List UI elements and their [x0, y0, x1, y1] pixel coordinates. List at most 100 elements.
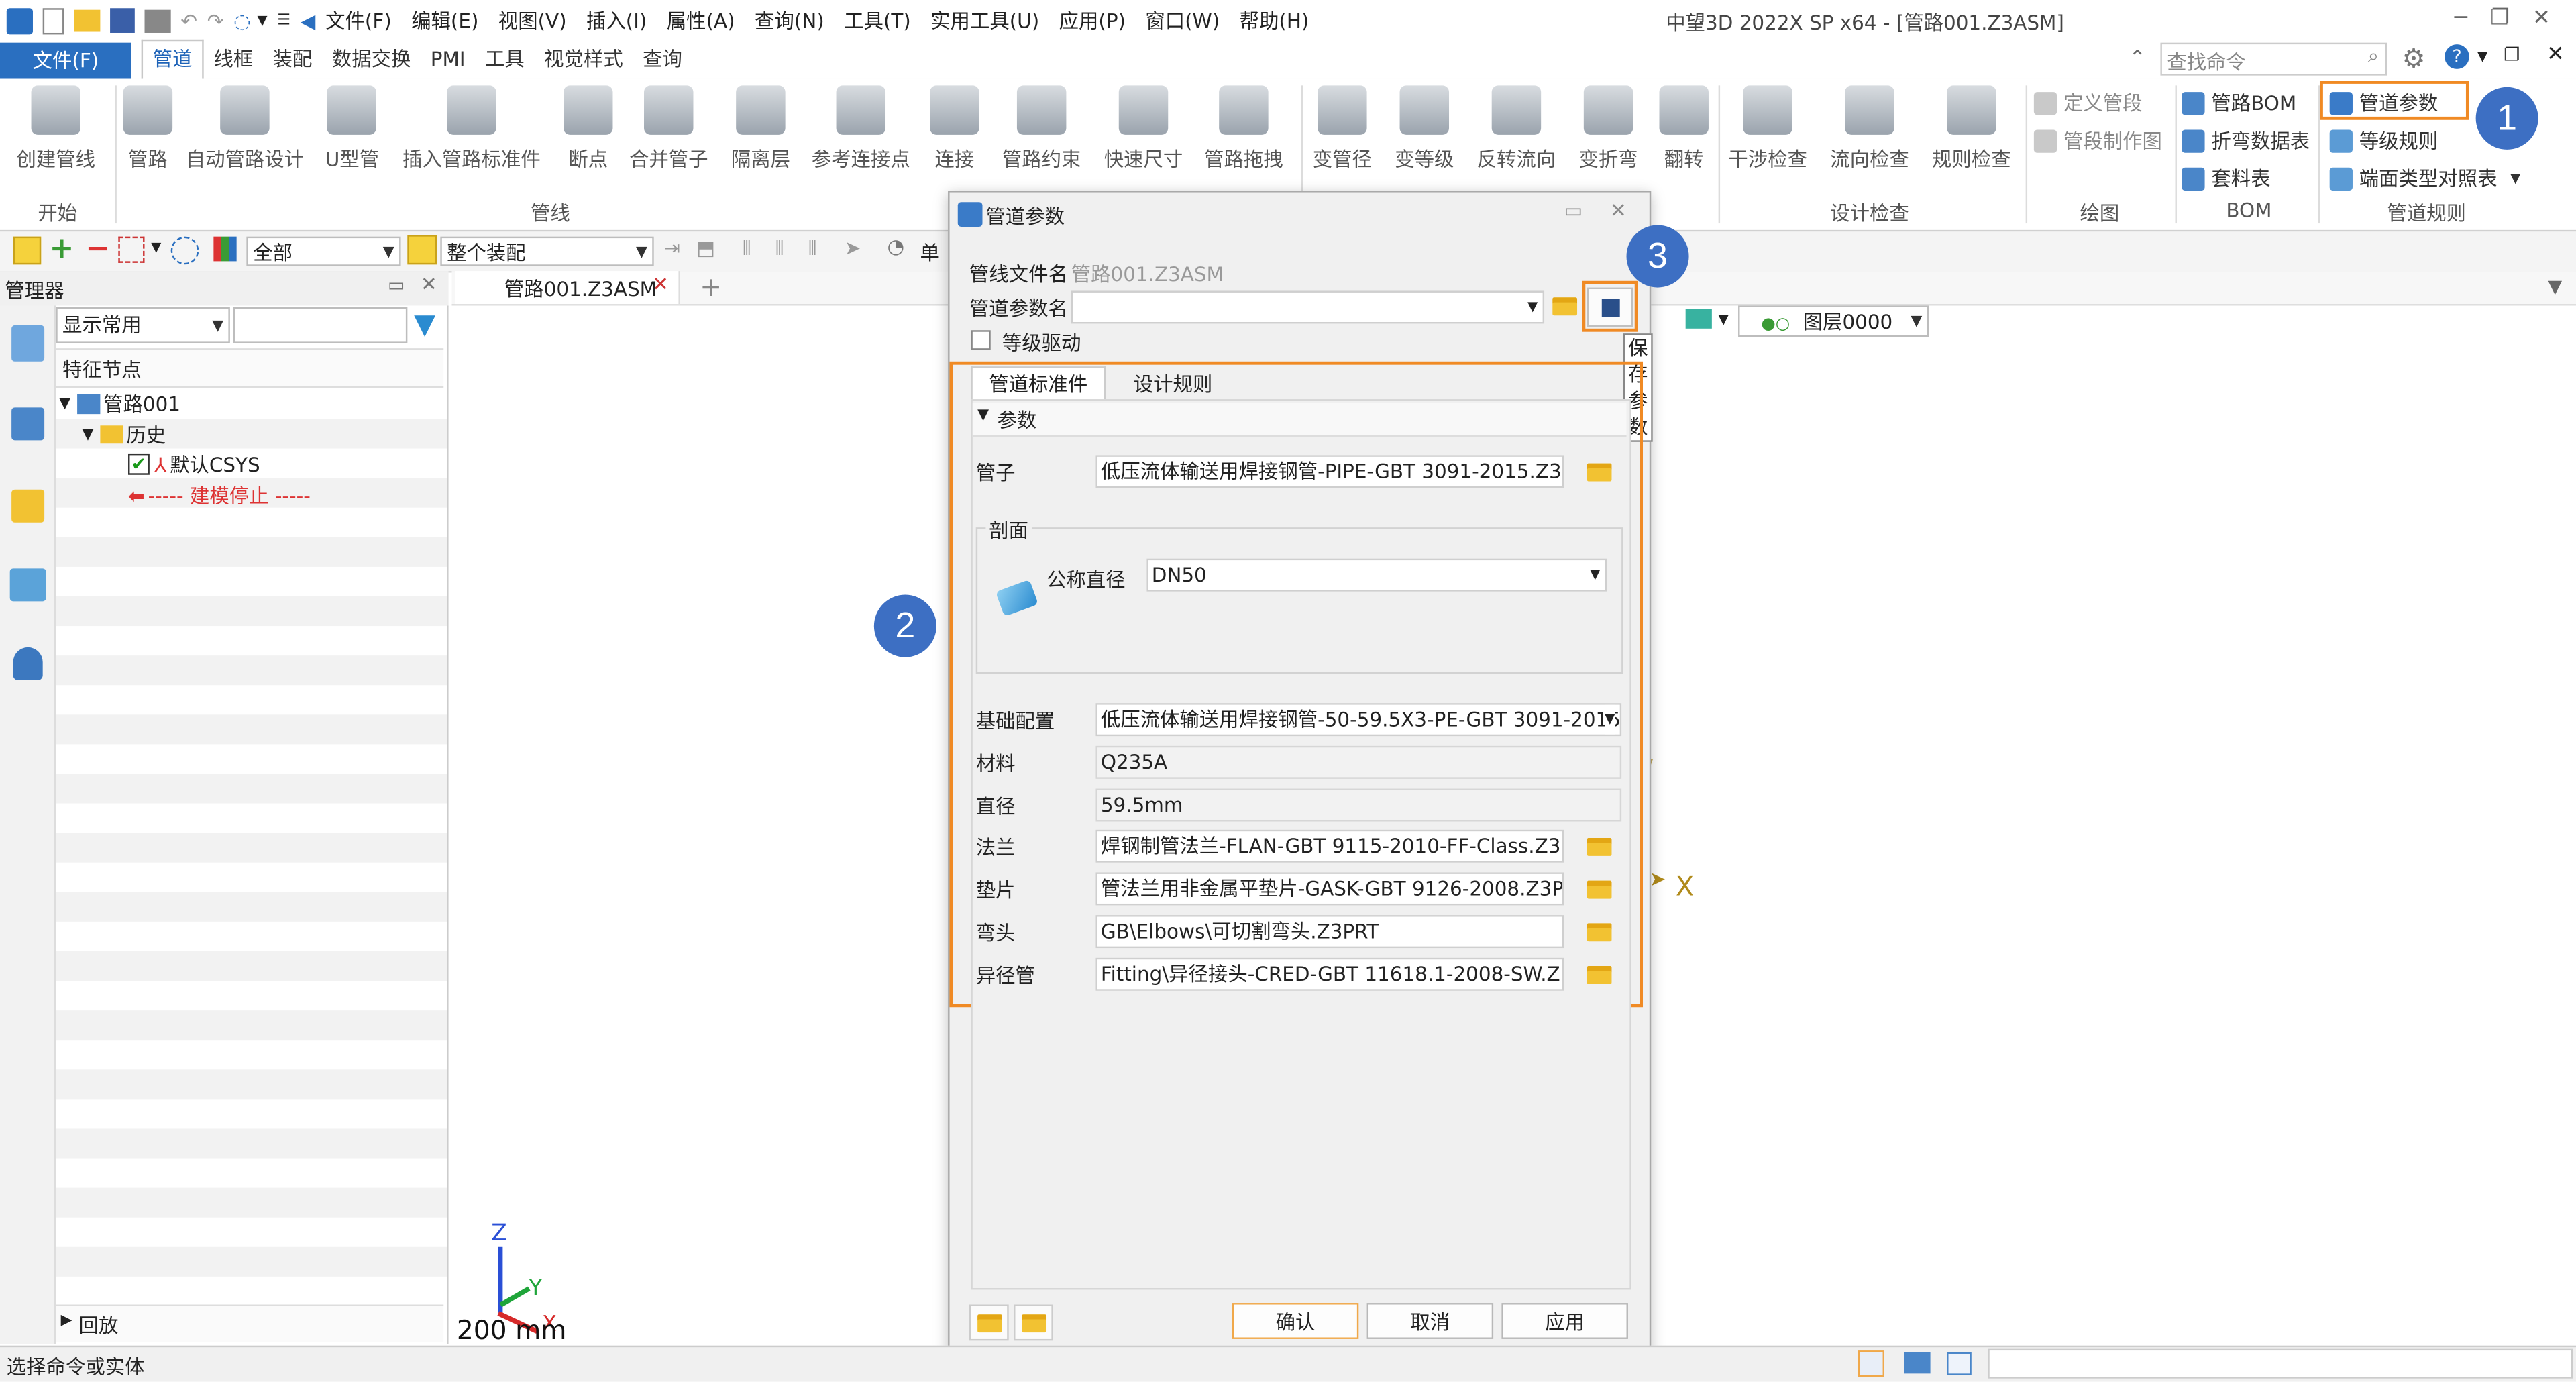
display-icon[interactable]	[1904, 1352, 1931, 1374]
confirm-button[interactable]: 确认	[1232, 1303, 1359, 1339]
pin-icon[interactable]: ▭	[388, 274, 405, 296]
tree-node-history[interactable]: ▼ 历史	[82, 421, 166, 449]
new-file-icon[interactable]	[42, 7, 64, 34]
refresh-icon[interactable]: ◌	[233, 9, 251, 32]
menu-window[interactable]: 窗口(W)	[1145, 7, 1220, 35]
param-name-combo[interactable]: ▼	[1071, 290, 1545, 324]
customize-icon[interactable]: ☰	[277, 12, 290, 28]
history-manager-icon[interactable]	[11, 325, 45, 362]
align-right-icon[interactable]: ⫴	[808, 237, 816, 262]
box-dropdown-icon[interactable]: ▼	[151, 240, 161, 255]
flow-check-button[interactable]: 流向检查	[1830, 85, 1909, 172]
print-icon[interactable]	[144, 9, 171, 32]
collapse-ribbon-icon[interactable]: ⌃	[2129, 46, 2146, 69]
undo-icon[interactable]: ↶	[180, 9, 197, 32]
flange-field[interactable]: 焊钢制管法兰-FLAN-GBT 9115-2010-FF-Class.Z3PRT	[1095, 829, 1564, 863]
align-left-icon[interactable]: ⫴	[743, 237, 751, 262]
lasso-icon[interactable]	[170, 236, 199, 265]
open-file-icon[interactable]	[74, 9, 101, 32]
pipe-browse-icon[interactable]	[1587, 463, 1612, 482]
end-type-table-button[interactable]: 端面类型对照表 ▼	[2329, 164, 2520, 193]
elbow-field[interactable]: GB\Elbows\可切割弯头.Z3PRT	[1095, 915, 1564, 949]
menu-edit[interactable]: 编辑(E)	[411, 7, 478, 35]
new-tab-icon[interactable]: +	[700, 271, 722, 303]
bend-data-table-button[interactable]: 折弯数据表	[2182, 127, 2310, 155]
restore-icon[interactable]: ❐	[2490, 7, 2510, 32]
tab-data-exchange[interactable]: 数据交换	[322, 41, 421, 78]
tab-pipe[interactable]: 管道	[141, 39, 204, 81]
quick-dimension-button[interactable]: 快速尺寸	[1104, 85, 1183, 172]
lock-filter-icon[interactable]: ⬒	[696, 237, 715, 260]
pipe-bom-button[interactable]: 管路BOM	[2182, 89, 2296, 117]
menu-utilities[interactable]: 实用工具(U)	[930, 7, 1039, 35]
menu-view[interactable]: 视图(V)	[498, 7, 567, 35]
align-center-icon[interactable]: ⫴	[775, 237, 784, 262]
gasket-field[interactable]: 管法兰用非金属平垫片-GASK-GBT 9126-2008.Z3PRT	[1095, 872, 1564, 906]
single-select-label[interactable]: 单	[920, 238, 939, 266]
tree-node-stop[interactable]: ⬅ ----- 建模停止 -----	[128, 482, 311, 510]
define-segment-button[interactable]: 定义管段	[2033, 89, 2143, 117]
tree-search-input[interactable]	[233, 307, 408, 343]
tab-tools[interactable]: 工具	[475, 41, 534, 78]
view-manager-icon[interactable]	[9, 568, 46, 602]
back-arrow-icon[interactable]: ◀	[301, 9, 316, 32]
break-point-button[interactable]: 断点	[564, 85, 613, 172]
change-grade-button[interactable]: 变等级	[1395, 85, 1454, 172]
single-select-icon[interactable]: ◔	[887, 235, 904, 258]
interference-check-button[interactable]: 干涉检查	[1728, 85, 1807, 172]
load-template-button[interactable]	[969, 1304, 1009, 1341]
change-diameter-button[interactable]: 变管径	[1313, 85, 1372, 172]
export-template-button[interactable]	[1014, 1304, 1053, 1341]
render-dropdown-icon[interactable]: ▼	[1719, 312, 1729, 327]
redo-icon[interactable]: ↷	[207, 9, 224, 32]
grade-rules-button[interactable]: 等级规则	[2329, 127, 2438, 155]
menu-tools[interactable]: 工具(T)	[844, 7, 911, 35]
help-icon[interactable]: ?	[2445, 44, 2469, 69]
segment-drawing-button[interactable]: 管段制作图	[2033, 127, 2162, 155]
gasket-browse-icon[interactable]	[1587, 880, 1612, 899]
add-icon[interactable]: +	[49, 231, 74, 266]
search-icon[interactable]: ⌕	[2368, 44, 2379, 69]
tab-design-rules[interactable]: 设计规则	[1109, 370, 1237, 399]
apply-button[interactable]: 应用	[1501, 1303, 1628, 1339]
pipe-drag-button[interactable]: 管路拖拽	[1204, 85, 1283, 172]
insert-standard-part-button[interactable]: 插入管路标准件	[402, 85, 541, 172]
tab-visual-style[interactable]: 视觉样式	[534, 41, 633, 78]
pick-filter-icon[interactable]: ⇥	[663, 237, 680, 260]
u-pipe-button[interactable]: U型管	[325, 85, 379, 172]
reducer-browse-icon[interactable]	[1587, 966, 1612, 984]
assembly-manager-icon[interactable]	[11, 407, 45, 441]
tab-list-icon[interactable]: ▼	[2548, 276, 2562, 297]
tab-query[interactable]: 查询	[633, 41, 692, 78]
reducer-field[interactable]: Fitting\异径接头-CRED-GBT 11618.1-2008-SW.Z3…	[1095, 957, 1564, 991]
connect-button[interactable]: 连接	[930, 85, 979, 172]
open-folder-icon[interactable]	[1552, 297, 1578, 316]
playback-expand-icon[interactable]: ▶	[61, 1313, 72, 1329]
restore-doc-icon[interactable]: ❐	[2504, 44, 2520, 66]
layer-combo[interactable]: ●○ 图层0000 ▼	[1738, 305, 1929, 337]
base-config-combo[interactable]: 低压流体输送用焊接钢管-50-59.5X3-PE-GBT 3091-2015-#…	[1095, 703, 1622, 737]
expand-icon[interactable]: ▼	[59, 395, 70, 411]
save-icon[interactable]	[110, 8, 135, 33]
merge-pipes-button[interactable]: 合并管子	[629, 85, 708, 172]
auto-route-button[interactable]: 自动管路设计	[186, 85, 304, 172]
minimize-icon[interactable]: ─	[2455, 7, 2467, 32]
pipe-field[interactable]: 低压流体输送用焊接钢管-PIPE-GBT 3091-2015.Z3PRT	[1095, 455, 1564, 488]
pipe-route-button[interactable]: 管路	[123, 85, 173, 172]
file-menu-button[interactable]: 文件(F)	[0, 42, 131, 78]
tree-node-root[interactable]: ▼ 管路001	[59, 389, 180, 417]
chevron-down-icon[interactable]: ▼	[2510, 171, 2520, 186]
dropdown-arrow-icon[interactable]: ▼	[258, 13, 268, 28]
close-icon[interactable]: ✕	[2532, 7, 2551, 32]
menu-query[interactable]: 查询(N)	[755, 7, 824, 35]
create-pipeline-button[interactable]: 创建管线	[16, 85, 95, 172]
flange-browse-icon[interactable]	[1587, 837, 1612, 856]
render-mode-icon[interactable]	[1685, 309, 1712, 329]
command-input[interactable]	[1988, 1348, 2573, 1379]
cursor-icon[interactable]: ➤	[845, 237, 861, 260]
panel-icon[interactable]	[1947, 1352, 1972, 1375]
expand-icon[interactable]: ▼	[82, 427, 93, 443]
reverse-flow-button[interactable]: 反转流向	[1477, 85, 1556, 172]
rule-check-button[interactable]: 规则检查	[1932, 85, 2011, 172]
change-bend-button[interactable]: 变折弯	[1578, 85, 1638, 172]
